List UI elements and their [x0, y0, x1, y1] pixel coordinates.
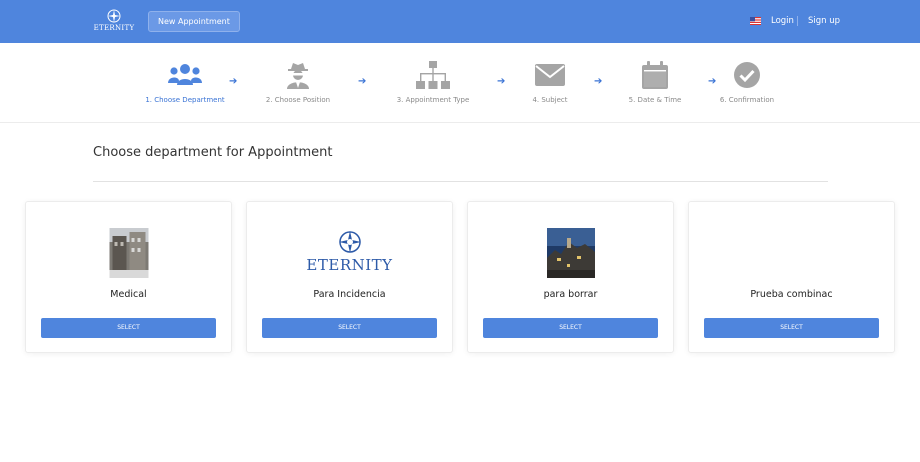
step-date-time[interactable]: 5. Date & Time — [620, 61, 690, 104]
step-appointment-type[interactable]: 3. Appointment Type — [388, 61, 478, 104]
step-label: 5. Date & Time — [628, 96, 682, 104]
arrow-right-icon: ➔ — [497, 76, 506, 87]
department-image: ETERNITY — [300, 230, 400, 274]
department-name: para borrar — [543, 289, 598, 300]
select-button[interactable]: SELECT — [483, 318, 658, 338]
wizard-steps: 1. Choose Department ➔ 2. Choose Positio… — [0, 43, 920, 123]
users-icon — [168, 64, 202, 85]
step-choose-department[interactable]: 1. Choose Department — [140, 61, 230, 104]
department-card-medical[interactable]: Medical SELECT — [25, 201, 232, 353]
logo-emblem-icon — [107, 9, 121, 23]
select-button[interactable]: SELECT — [41, 318, 216, 338]
sitemap-icon — [416, 61, 450, 89]
section-divider — [93, 181, 828, 182]
department-name: Medical — [110, 289, 147, 300]
step-label: 3. Appointment Type — [396, 96, 470, 104]
department-list: Medical SELECT ETERNITY Para Incidencia … — [0, 195, 920, 385]
department-image — [546, 228, 595, 278]
step-choose-position[interactable]: 2. Choose Position — [258, 61, 338, 104]
envelope-icon — [535, 64, 565, 86]
us-flag-icon[interactable] — [750, 17, 761, 25]
check-circle-icon — [734, 62, 760, 88]
user-secret-icon — [287, 63, 309, 89]
signup-link[interactable]: Sign up — [808, 16, 840, 26]
logo-text: ETERNITY — [306, 256, 393, 274]
nav-separator — [797, 16, 798, 26]
arrow-right-icon: ➔ — [229, 76, 238, 87]
new-appointment-button[interactable]: New Appointment — [148, 11, 240, 32]
login-link[interactable]: Login — [771, 16, 794, 26]
logo-text: ETERNITY — [93, 24, 135, 32]
arrow-right-icon: ➔ — [594, 76, 603, 87]
eternity-logo[interactable]: ETERNITY — [92, 9, 136, 37]
select-button[interactable]: SELECT — [262, 318, 437, 338]
department-card-para-borrar[interactable]: para borrar SELECT — [467, 201, 674, 353]
calendar-icon — [642, 61, 668, 89]
step-subject[interactable]: 4. Subject — [523, 61, 577, 104]
department-name: Para Incidencia — [313, 289, 386, 300]
page-title: Choose department for Appointment — [93, 145, 333, 160]
department-card-para-incidencia[interactable]: ETERNITY Para Incidencia SELECT — [246, 201, 453, 353]
select-button[interactable]: SELECT — [704, 318, 879, 338]
step-label: 2. Choose Position — [265, 96, 331, 104]
step-label: 4. Subject — [532, 96, 568, 104]
top-navbar: ETERNITY New Appointment Login Sign up — [0, 0, 920, 43]
arrow-right-icon: ➔ — [358, 76, 367, 87]
department-card-prueba-combinac[interactable]: Prueba combinac SELECT — [688, 201, 895, 353]
department-image — [109, 228, 148, 278]
step-label: 6. Confirmation — [719, 96, 775, 104]
department-name: Prueba combinac — [750, 289, 833, 300]
step-label: 1. Choose Department — [145, 96, 225, 104]
eternity-emblem-icon — [338, 231, 361, 253]
step-confirmation[interactable]: 6. Confirmation — [714, 61, 780, 104]
